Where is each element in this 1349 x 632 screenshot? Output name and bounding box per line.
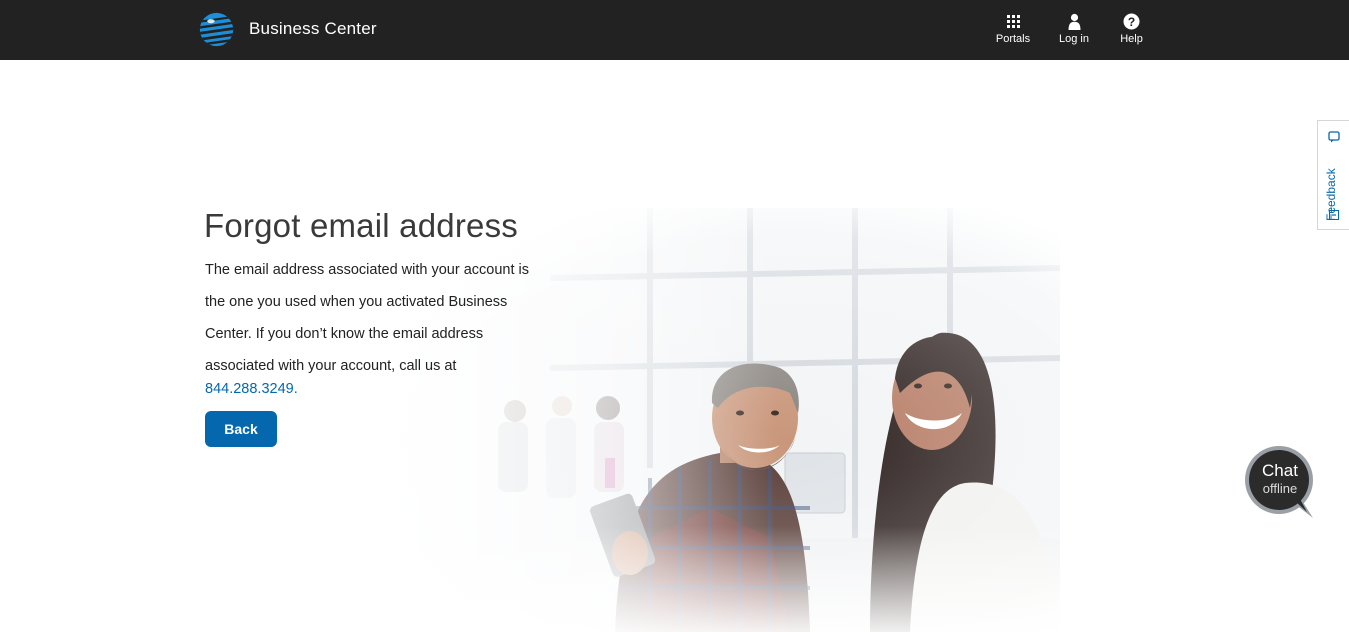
chat-status-title: Chat (1262, 461, 1298, 480)
user-icon (1068, 13, 1080, 30)
portals-nav-button[interactable]: Portals (991, 13, 1035, 53)
feedback-tab[interactable]: Feedback (1317, 120, 1349, 230)
grid-icon (1006, 15, 1020, 28)
instructions-text: The email address associated with your a… (205, 254, 575, 382)
instructions-line: associated with your account, call us at (205, 358, 457, 374)
help-icon: ? (1123, 13, 1140, 30)
instructions-line: The email address associated with your a… (205, 262, 529, 278)
chat-status-subtitle: offline (1262, 481, 1298, 496)
top-navigation-bar: Business Center Portals Log in ? Help (0, 0, 1349, 60)
page-title: Forgot email address (204, 207, 518, 244)
brand-title: Business Center (249, 19, 377, 38)
feedback-close-icon (1329, 210, 1339, 220)
feedback-icon (1328, 131, 1340, 143)
portals-label: Portals (995, 33, 1031, 45)
help-nav-button[interactable]: ? Help (1115, 13, 1148, 53)
phone-number-link[interactable]: 844.288.3249. (205, 381, 298, 397)
help-label: Help (1120, 33, 1143, 45)
back-button[interactable]: Back (205, 411, 277, 447)
login-label: Log in (1059, 33, 1089, 45)
svg-text:?: ? (1128, 15, 1135, 29)
att-globe-logo-icon[interactable] (198, 11, 235, 48)
instructions-line: Center. If you don’t know the email addr… (205, 326, 484, 342)
login-nav-button[interactable]: Log in (1055, 13, 1093, 53)
instructions-line: the one you used when you activated Busi… (205, 294, 508, 310)
